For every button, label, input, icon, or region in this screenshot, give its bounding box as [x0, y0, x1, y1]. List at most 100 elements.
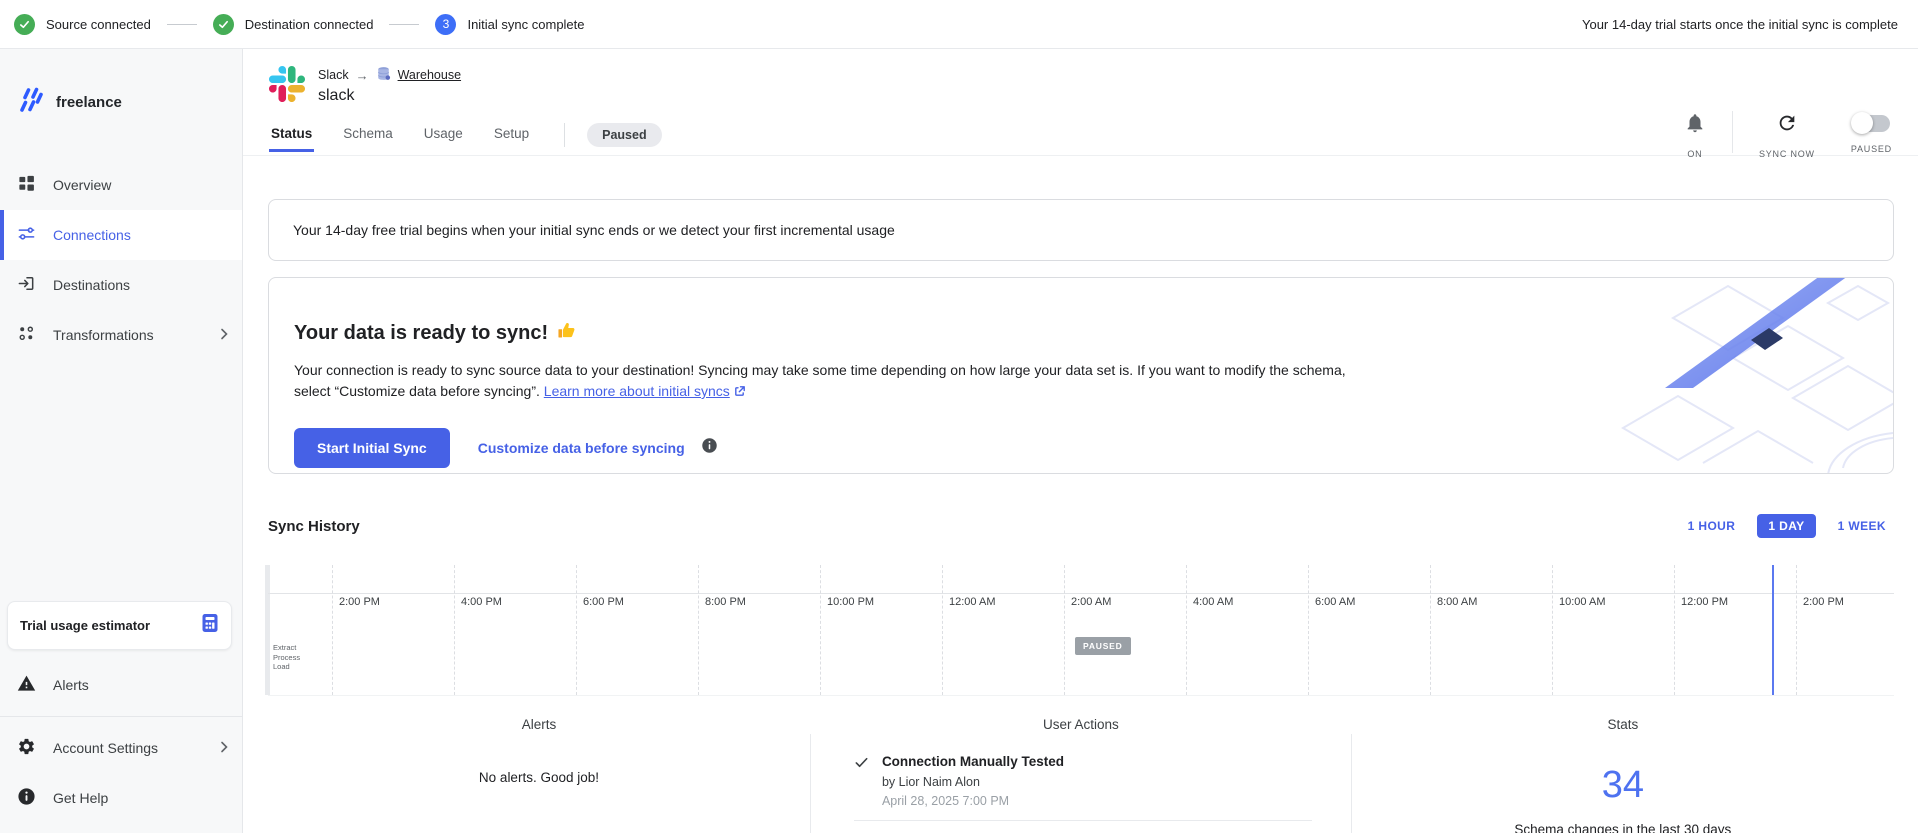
tabs: Status Schema Usage Setup Paused	[269, 123, 1894, 155]
ready-card-body: Your connection is ready to sync source …	[294, 360, 1356, 404]
user-action-title: Connection Manually Tested	[882, 754, 1064, 769]
sync-now-label: SYNC NOW	[1759, 149, 1815, 159]
sidebar-item-label: Overview	[53, 177, 111, 193]
step-label: Source connected	[46, 17, 151, 32]
customize-data-link[interactable]: Customize data before syncing	[478, 440, 685, 456]
timeline-axis-line	[268, 593, 1894, 594]
alerts-heading: Alerts	[268, 704, 810, 732]
sidebar-item-label: Account Settings	[53, 740, 158, 756]
schema-changes-caption: Schema changes in the last 30 days	[1352, 822, 1894, 833]
gridline: 2:00 PM	[332, 565, 333, 695]
bell-icon	[1684, 111, 1706, 140]
controls-divider	[1732, 111, 1733, 153]
row-label-extract: Extract	[273, 643, 300, 653]
user-action-by: by Lior Naim Alon	[882, 775, 1064, 789]
sidebar-item-account-settings[interactable]: Account Settings	[0, 723, 242, 773]
notifications-control[interactable]: ON	[1684, 111, 1706, 159]
step-destination-connected: Destination connected	[213, 14, 374, 35]
user-actions-column: User Actions Connection Manually Tested …	[810, 704, 1352, 833]
gridline: 12:00 AM	[942, 565, 943, 695]
start-initial-sync-button[interactable]: Start Initial Sync	[294, 428, 450, 468]
alerts-column: Alerts No alerts. Good job!	[268, 704, 810, 833]
info-circle-icon	[17, 787, 36, 809]
app-window: Source connected Destination connected 3…	[0, 0, 1918, 833]
decorative-illustration	[1373, 278, 1893, 474]
sync-now-button[interactable]: SYNC NOW	[1759, 111, 1815, 159]
slack-logo-icon	[269, 66, 305, 107]
connection-header: Slack → Warehouse	[243, 49, 1918, 156]
sidebar-item-connections[interactable]: Connections	[0, 210, 242, 260]
trial-note: Your 14-day trial starts once the initia…	[1582, 17, 1898, 32]
sidebar-item-get-help[interactable]: Get Help	[0, 773, 242, 823]
gridline: 10:00 AM	[1552, 565, 1553, 695]
user-action-item: Connection Created by Lior Naim Alon	[854, 820, 1312, 833]
sidebar-item-transformations[interactable]: Transformations	[0, 310, 242, 360]
main-panel: Slack → Warehouse	[243, 49, 1918, 833]
tabs-divider	[564, 123, 565, 147]
ready-card-body-text: Your connection is ready to sync source …	[294, 362, 1346, 399]
range-1-week[interactable]: 1 WEEK	[1830, 514, 1894, 538]
tab-status[interactable]: Status	[269, 126, 314, 152]
ready-to-sync-card: Your data is ready to sync! Your connect…	[268, 277, 1894, 474]
time-tick: 2:00 PM	[1803, 596, 1844, 608]
gridline: 4:00 AM	[1186, 565, 1187, 695]
timeline-row-labels: Extract Process Load	[273, 643, 300, 672]
sidebar-item-label: Get Help	[53, 790, 108, 806]
stats-heading: Stats	[1352, 704, 1894, 732]
gridline: 8:00 PM	[698, 565, 699, 695]
fivetran-logo-icon	[15, 85, 45, 120]
sidebar-item-alerts[interactable]: Alerts	[0, 660, 242, 710]
sidebar-item-label: Destinations	[53, 277, 130, 293]
check-circle-icon	[14, 14, 35, 35]
pause-toggle[interactable]: PAUSED	[1851, 111, 1892, 154]
sidebar-item-destinations[interactable]: Destinations	[0, 260, 242, 310]
external-link-icon	[733, 383, 746, 404]
chevron-right-icon	[220, 327, 228, 343]
current-time-marker	[1772, 565, 1774, 695]
connections-icon	[17, 224, 36, 246]
transformations-icon	[17, 324, 36, 346]
time-range-selector: 1 HOUR 1 DAY 1 WEEK	[1680, 514, 1894, 538]
sidebar-item-overview[interactable]: Overview	[0, 160, 242, 210]
step-label: Initial sync complete	[467, 17, 584, 32]
tab-usage[interactable]: Usage	[422, 126, 465, 152]
destination-link[interactable]: Warehouse	[398, 68, 461, 82]
time-tick: 8:00 PM	[705, 596, 746, 608]
gridline: 10:00 PM	[820, 565, 821, 695]
notifications-label: ON	[1687, 149, 1702, 159]
chevron-right-icon	[220, 740, 228, 756]
check-circle-icon	[213, 14, 234, 35]
gridline: 2:00 AM	[1064, 565, 1065, 695]
pause-toggle-label: PAUSED	[1851, 144, 1892, 154]
learn-more-link[interactable]: Learn more about initial syncs	[544, 383, 730, 399]
gridline: 2:00 PM	[1796, 565, 1797, 695]
range-1-day[interactable]: 1 DAY	[1757, 514, 1815, 538]
trial-usage-estimator-card[interactable]: Trial usage estimator	[7, 601, 232, 650]
step-initial-sync: 3 Initial sync complete	[435, 14, 584, 35]
user-action-item: Connection Manually Tested by Lior Naim …	[854, 741, 1312, 820]
user-actions-heading: User Actions	[810, 704, 1352, 732]
time-tick: 10:00 PM	[827, 596, 874, 608]
toggle-switch-icon	[1852, 115, 1890, 132]
alerts-empty-text: No alerts. Good job!	[268, 770, 810, 785]
range-1-hour[interactable]: 1 HOUR	[1680, 514, 1744, 538]
gridline: 8:00 AM	[1430, 565, 1431, 695]
time-tick: 10:00 AM	[1559, 596, 1605, 608]
time-tick: 12:00 AM	[949, 596, 995, 608]
breadcrumb: Slack → Warehouse	[318, 66, 461, 84]
sidebar-nav: Overview Connections	[0, 160, 242, 360]
sidebar-bottom: Trial usage estimator	[0, 601, 242, 833]
time-tick: 12:00 PM	[1681, 596, 1728, 608]
arrow-right-icon: →	[356, 68, 369, 83]
sidebar-item-label: Transformations	[53, 327, 154, 343]
info-icon[interactable]	[701, 437, 718, 459]
destinations-icon	[17, 274, 36, 296]
refresh-icon	[1776, 111, 1798, 140]
account-name: freelance	[56, 94, 122, 111]
time-tick: 4:00 AM	[1193, 596, 1233, 608]
stats-column: Stats 34 Schema changes in the last 30 d…	[1352, 704, 1894, 833]
tab-schema[interactable]: Schema	[341, 126, 395, 152]
gridline: 12:00 PM	[1674, 565, 1675, 695]
connection-title: slack	[318, 87, 461, 105]
tab-setup[interactable]: Setup	[492, 126, 531, 152]
